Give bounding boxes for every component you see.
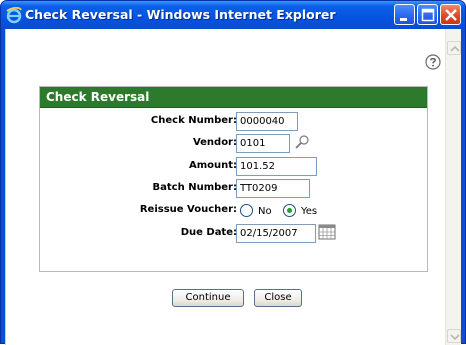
check-number-field[interactable]: 0000040 [236,112,298,131]
browser-window: Check Reversal - Windows Internet Explor… [0,0,466,345]
continue-button[interactable]: Continue [172,289,244,307]
vendor-field[interactable]: 0101 [236,134,290,153]
title-bar[interactable]: Check Reversal - Windows Internet Explor… [1,1,465,29]
due-date-field[interactable]: 02/15/2007 [236,224,316,243]
close-icon [445,9,457,21]
chevron-up-icon [450,45,460,52]
amount-row: Amount: 101.52 [40,156,427,178]
minimize-icon [400,18,407,21]
scroll-up-button[interactable] [447,41,461,55]
close-button[interactable]: Close [254,289,302,307]
window-close-button[interactable] [440,4,461,25]
reissue-yes-label: Yes [301,206,318,217]
amount-label: Amount: [188,160,237,171]
chevron-down-icon [450,334,460,341]
magnifier-icon[interactable] [294,134,310,150]
vertical-scrollbar[interactable] [445,29,461,345]
minimize-button[interactable] [394,4,415,25]
scroll-down-button[interactable] [447,329,461,343]
vendor-row: Vendor: 0101 [40,133,427,155]
check-number-row: Check Number: 0000040 [40,111,427,133]
panel-title: Check Reversal [46,90,150,104]
batch-number-label: Batch Number: [152,182,237,193]
reissue-yes-radio[interactable] [283,204,296,217]
maximize-button[interactable] [417,4,438,25]
due-date-label: Due Date: [180,227,237,238]
vendor-label: Vendor: [192,137,237,148]
calendar-icon[interactable] [318,224,336,240]
reissue-voucher-row: Reissue Voucher: No Yes [40,200,427,222]
batch-number-field[interactable]: TT0209 [236,179,310,198]
amount-field[interactable]: 101.52 [236,157,317,176]
window-title: Check Reversal - Windows Internet Explor… [25,7,336,22]
panel-header: Check Reversal [40,87,427,108]
reissue-no-label: No [258,206,272,217]
internet-explorer-icon [6,6,22,24]
maximize-icon [421,8,435,22]
check-reversal-panel: Check Reversal Check Number: 0000040 Ven… [39,86,428,272]
reissue-no-radio[interactable] [240,204,253,217]
page-content: Check Reversal Check Number: 0000040 Ven… [5,29,461,345]
batch-number-row: Batch Number: TT0209 [40,178,427,200]
reissue-voucher-label: Reissue Voucher: [139,204,237,215]
help-icon[interactable] [425,54,441,70]
due-date-row: Due Date: 02/15/2007 [40,223,427,245]
check-number-label: Check Number: [150,115,237,126]
